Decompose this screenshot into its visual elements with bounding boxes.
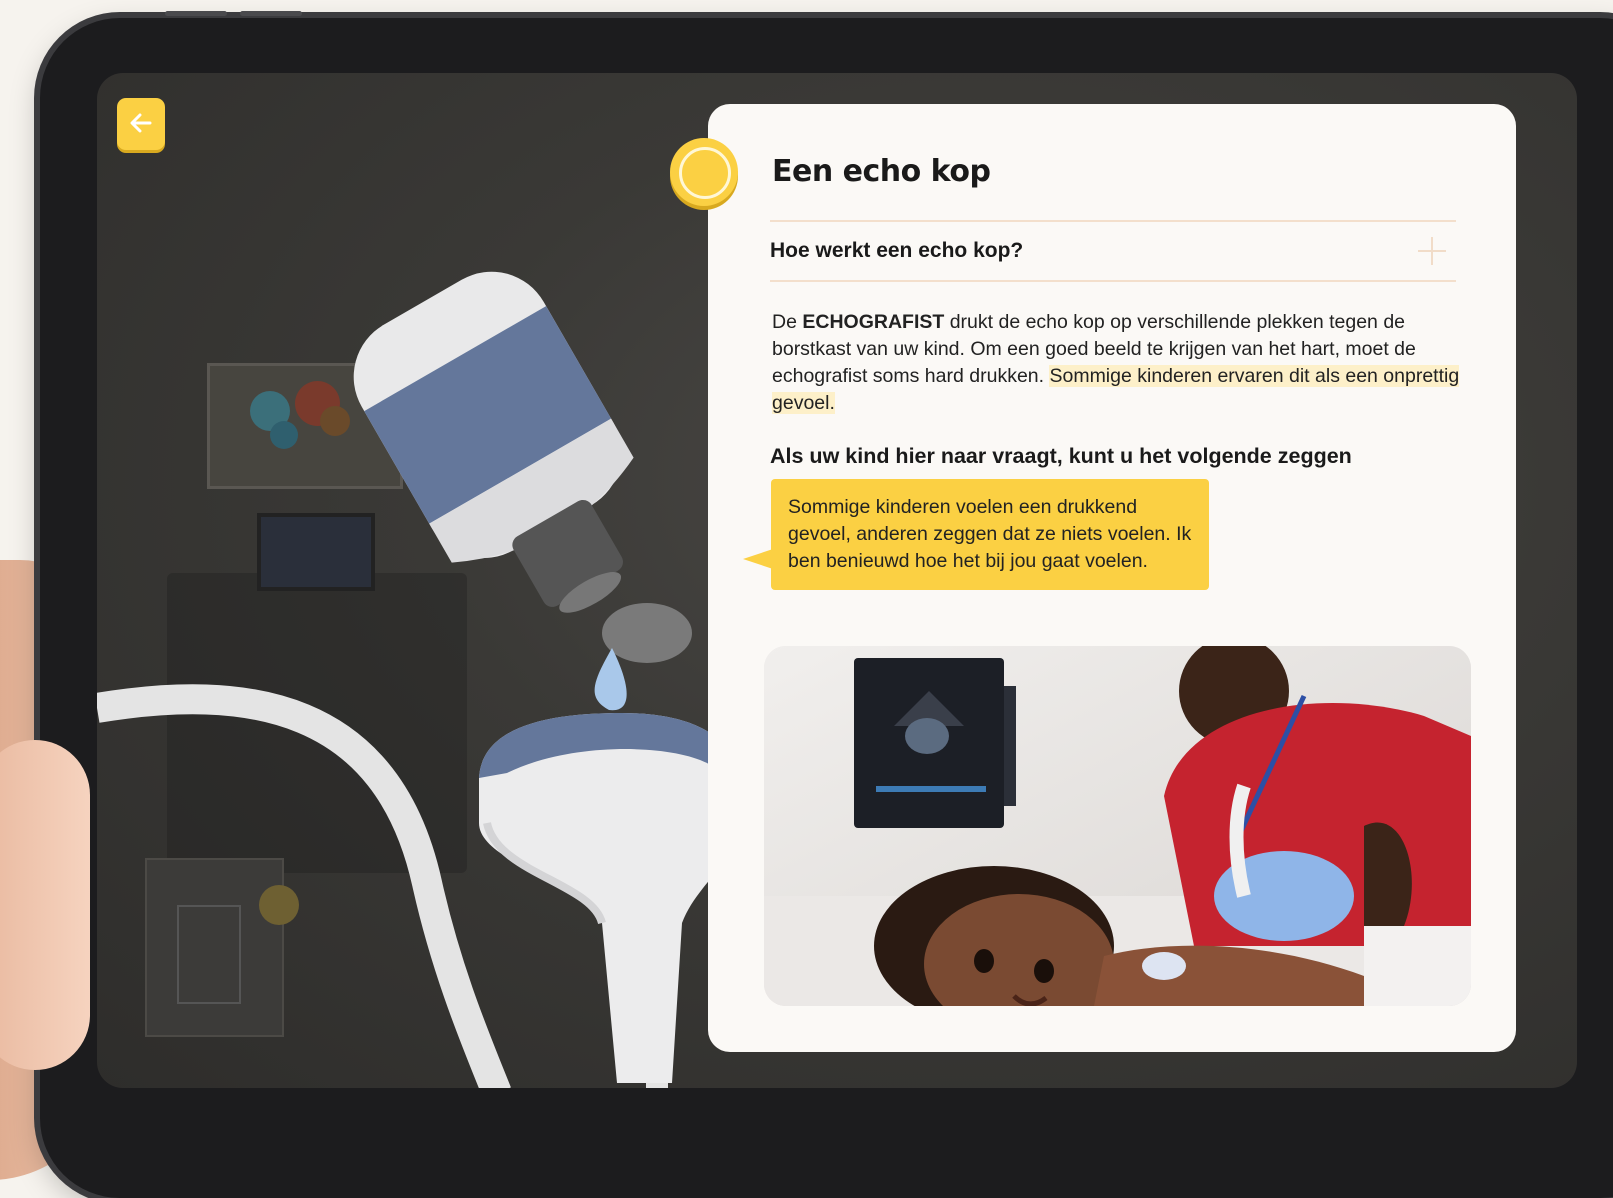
body-paragraph: De ECHOGRAFIST drukt de echo kop op vers… xyxy=(772,309,1462,417)
say-heading: Als uw kind hier naar vraagt, kunt u het… xyxy=(770,444,1352,468)
card-title: Een echo kop xyxy=(772,154,991,189)
speech-bubble-tail xyxy=(743,549,773,569)
tablet-volume-button xyxy=(240,11,302,16)
echo-probe-illustration xyxy=(97,271,737,1088)
app-screen: Een echo kop Hoe werkt een echo kop? De … xyxy=(97,73,1577,1088)
accordion-how-it-works[interactable]: Hoe werkt een echo kop? xyxy=(770,220,1456,282)
accordion-question: Hoe werkt een echo kop? xyxy=(770,239,1024,262)
arrow-left-icon xyxy=(127,109,155,140)
ultrasound-monitor xyxy=(854,658,1016,828)
body-prefix: De xyxy=(772,311,803,333)
tablet-volume-button xyxy=(165,11,227,16)
plus-icon[interactable] xyxy=(1418,237,1446,265)
speech-bubble: Sommige kinderen voelen een drukkend gev… xyxy=(743,479,1209,590)
speech-bubble-text: Sommige kinderen voelen een drukkend gev… xyxy=(788,496,1192,572)
back-button[interactable] xyxy=(117,98,165,150)
body-keyword: ECHOGRAFIST xyxy=(802,311,945,333)
left-thumb xyxy=(0,740,90,1070)
info-card: Een echo kop Hoe werkt een echo kop? De … xyxy=(670,104,1516,1052)
circle-badge-icon xyxy=(670,138,738,206)
echo-photo xyxy=(764,646,1471,1006)
